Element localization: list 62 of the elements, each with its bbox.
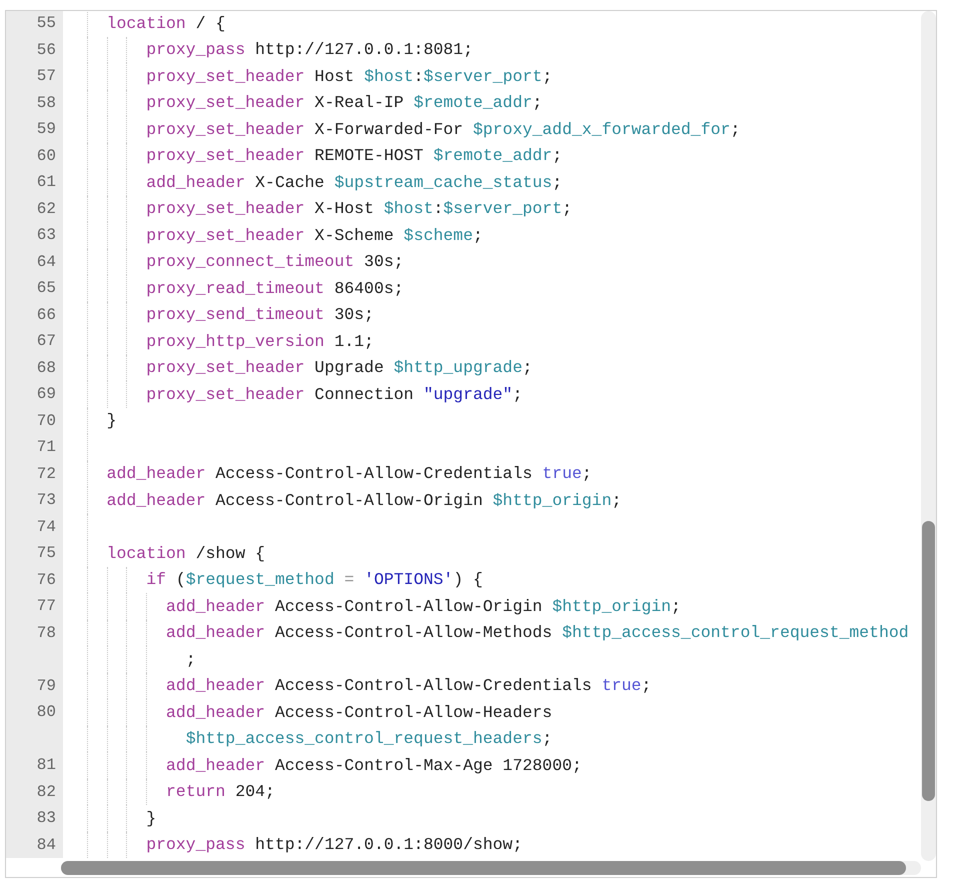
line-number: 69 bbox=[36, 385, 56, 404]
line-number: 79 bbox=[36, 676, 56, 695]
line-number: 66 bbox=[36, 306, 56, 324]
line-number: 57 bbox=[36, 67, 56, 86]
code-line: if ($request_method = 'OPTIONS') { bbox=[146, 570, 483, 590]
scrollbar-thumb[interactable] bbox=[922, 521, 935, 801]
line-number: 60 bbox=[36, 146, 56, 165]
code-line: add_header X-Cache $upstream_cache_status; bbox=[146, 172, 562, 192]
line-number: 81 bbox=[36, 756, 56, 774]
line-number: 72 bbox=[36, 464, 56, 483]
code-line: add_header Access-Control-Allow-Credentials true; bbox=[106, 464, 592, 484]
line-number: 84 bbox=[36, 836, 56, 854]
code-line: proxy_set_header Host $host:$server_port; bbox=[146, 66, 552, 86]
line-number: 70 bbox=[36, 412, 56, 430]
line-number: 77 bbox=[36, 597, 56, 616]
code-line: proxy_set_header Upgrade $http_upgrade; bbox=[146, 358, 532, 378]
code-line: add_header Access-Control-Allow-Methods $http_access_control_request_method bbox=[166, 623, 909, 642]
code-line: } bbox=[146, 808, 156, 828]
code-line: proxy_pass http://127.0.0.1:8000/show; bbox=[146, 835, 522, 854]
line-number: 61 bbox=[36, 173, 56, 192]
line-number: 68 bbox=[36, 358, 56, 377]
code-line: proxy_set_header X-Host $host:$server_port; bbox=[146, 199, 572, 218]
code-line: add_header Access-Control-Allow-Headers bbox=[166, 702, 552, 722]
code-line: location / { bbox=[106, 14, 226, 33]
line-number: 80 bbox=[36, 703, 56, 722]
code-line: proxy_http_version 1.1; bbox=[146, 332, 374, 351]
code-line: } bbox=[106, 411, 116, 430]
code-line: return 204; bbox=[166, 782, 275, 802]
line-number: 82 bbox=[36, 782, 56, 801]
code-line: add_header Access-Control-Allow-Origin $http_origin; bbox=[166, 596, 681, 616]
code-line: location /show { bbox=[106, 544, 266, 563]
code-line: proxy_set_header X-Real-IP $remote_addr; bbox=[146, 93, 542, 112]
vertical-scrollbar[interactable] bbox=[921, 11, 936, 861]
line-number: 59 bbox=[36, 120, 56, 138]
line-number: 56 bbox=[36, 40, 56, 59]
line-number: 74 bbox=[36, 518, 56, 536]
code-line: add_header Access-Control-Max-Age 1728000; bbox=[166, 756, 582, 775]
wrapped-code-line: ; bbox=[186, 650, 196, 669]
line-number: 75 bbox=[36, 544, 56, 562]
line-number: 62 bbox=[36, 200, 56, 218]
code-line: proxy_set_header X-Scheme $scheme; bbox=[146, 226, 483, 245]
code-line: proxy_set_header REMOTE-HOST $remote_addr; bbox=[146, 146, 562, 166]
line-number: 73 bbox=[36, 491, 56, 510]
code-line: proxy_set_header Connection "upgrade"; bbox=[146, 384, 522, 404]
code-line: proxy_set_header X-Forwarded-For $proxy_add_x_forwarded_for; bbox=[146, 120, 740, 139]
code-line: add_header Access-Control-Allow-Credentials true; bbox=[166, 676, 652, 696]
code-line: proxy_connect_timeout 30s; bbox=[146, 252, 404, 272]
line-number: 83 bbox=[36, 809, 56, 828]
code-line: proxy_pass http://127.0.0.1:8081; bbox=[146, 40, 473, 60]
line-number: 78 bbox=[36, 624, 56, 642]
code-line: proxy_read_timeout 86400s; bbox=[146, 278, 404, 298]
line-number: 58 bbox=[36, 94, 56, 112]
line-number: 64 bbox=[36, 252, 56, 271]
line-number: 71 bbox=[36, 438, 56, 456]
line-number: 65 bbox=[36, 279, 56, 298]
line-number: 55 bbox=[36, 14, 56, 32]
line-number: 67 bbox=[36, 332, 56, 350]
code-line: add_header Access-Control-Allow-Origin $http_origin; bbox=[106, 490, 622, 510]
line-number: 63 bbox=[36, 226, 56, 244]
code-line: proxy_send_timeout 30s; bbox=[146, 305, 374, 324]
line-number: 76 bbox=[36, 570, 56, 589]
wrapped-code-line: $http_access_control_request_headers; bbox=[186, 729, 552, 748]
